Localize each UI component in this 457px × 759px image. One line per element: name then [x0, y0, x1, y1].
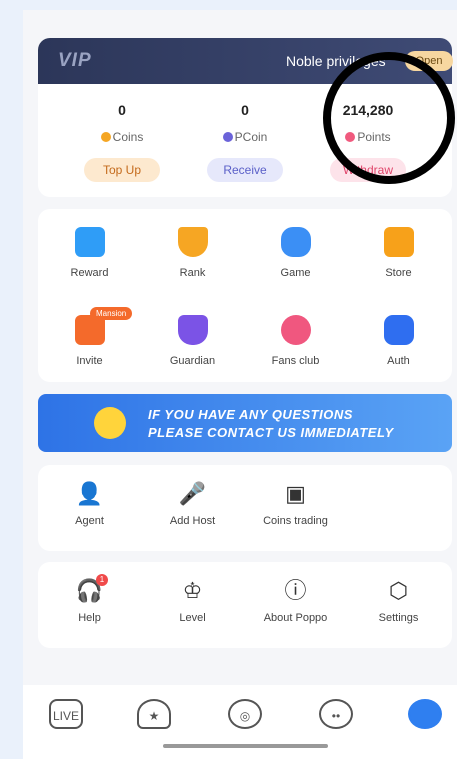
nav-profile[interactable]	[408, 699, 442, 729]
tool-label: Add Host	[169, 515, 216, 527]
tool-label: Coins trading	[263, 515, 328, 527]
nav-discover[interactable]: ◎	[228, 699, 262, 729]
grid-label: Store	[385, 267, 412, 279]
bag-icon	[383, 227, 414, 257]
pcoin-label: PCoin	[176, 130, 314, 144]
nav-home[interactable]: ★	[137, 699, 171, 729]
tools-card: 👤 Agent 🎤 Add Host ▣ Coins trading	[38, 465, 452, 551]
verified-icon	[383, 315, 414, 345]
grid-label: Invite	[76, 355, 103, 367]
crown-icon: ♔	[182, 578, 203, 603]
coins-value: 0	[118, 102, 126, 118]
help-headset-icon: 🎧	[75, 578, 104, 603]
phone-screen: VIP Noble privileges Open 0 Coins Top Up…	[23, 10, 457, 759]
nav-chat[interactable]: ••	[319, 699, 353, 729]
reward-icon	[74, 227, 105, 257]
chat-icon: ••	[331, 709, 341, 723]
info-icon: ⓘ	[284, 578, 307, 603]
top-up-button[interactable]: Top Up	[84, 158, 160, 182]
home-star-icon: ★	[148, 709, 160, 723]
pcoin-icon	[222, 132, 233, 142]
more-level[interactable]: ♔ Level	[141, 578, 244, 624]
grid-item-fans-club[interactable]: Fans club	[244, 315, 347, 367]
invite-badge: Mansion	[90, 307, 133, 320]
more-help[interactable]: 🎧 1 Help	[38, 574, 141, 624]
grid-item-auth[interactable]: Auth	[347, 315, 450, 367]
nav-live[interactable]: LIVE	[49, 699, 83, 729]
more-settings[interactable]: ⬡ Settings	[347, 578, 450, 624]
tool-label: Agent	[75, 515, 104, 527]
more-label: Help	[78, 612, 101, 624]
grid-item-store[interactable]: Store	[347, 227, 450, 279]
wallet-icon: ▣	[285, 481, 306, 506]
contact-banner[interactable]: IF YOU HAVE ANY QUESTIONS PLEASE CONTACT…	[38, 394, 452, 452]
heart-icon	[280, 315, 311, 345]
highlight-circle	[323, 52, 455, 184]
feature-grid: Reward Rank Game Store Mansion Invite Gu…	[38, 209, 452, 382]
more-label: About Poppo	[263, 612, 328, 624]
more-label: Settings	[378, 612, 419, 624]
shield-icon	[177, 315, 208, 345]
gamepad-icon	[280, 227, 311, 257]
banner-line-1: IF YOU HAVE ANY QUESTIONS	[148, 407, 353, 422]
headset-icon	[94, 407, 126, 439]
pcoin-value: 0	[241, 102, 249, 118]
more-card: 🎧 1 Help ♔ Level ⓘ About Poppo ⬡ Setting…	[38, 562, 452, 648]
grid-label: Reward	[70, 267, 109, 279]
help-badge: 1	[96, 574, 108, 586]
grid-label: Game	[280, 267, 311, 279]
grid-label: Rank	[179, 267, 206, 279]
compass-icon: ◎	[239, 709, 251, 723]
grid-label: Auth	[387, 355, 410, 367]
grid-item-guardian[interactable]: Guardian	[141, 315, 244, 367]
assets-card: 0 Coins Top Up 0 PCoin Receive 214,280 P…	[38, 52, 455, 197]
receive-button[interactable]: Receive	[207, 158, 283, 182]
tool-coins-trading[interactable]: ▣ Coins trading	[244, 481, 347, 527]
agent-icon: 👤	[75, 481, 104, 506]
home-indicator	[163, 744, 328, 748]
coins-label: Coins	[53, 130, 191, 144]
microphone-icon: 🎤	[178, 481, 207, 506]
coin-icon	[100, 132, 111, 142]
tool-add-host[interactable]: 🎤 Add Host	[141, 481, 244, 527]
grid-item-reward[interactable]: Reward	[38, 227, 141, 279]
grid-item-invite[interactable]: Mansion Invite	[38, 307, 141, 367]
tool-agent[interactable]: 👤 Agent	[38, 481, 141, 527]
more-about[interactable]: ⓘ About Poppo	[244, 578, 347, 624]
vip-logo: VIP	[58, 50, 92, 71]
more-label: Level	[179, 612, 206, 624]
grid-label: Fans club	[271, 355, 320, 367]
grid-label: Guardian	[169, 355, 216, 367]
live-tv-icon: LIVE	[52, 709, 79, 723]
grid-item-game[interactable]: Game	[244, 227, 347, 279]
trophy-icon	[177, 227, 208, 257]
grid-item-rank[interactable]: Rank	[141, 227, 244, 279]
banner-line-2: PLEASE CONTACT US IMMEDIATELY	[148, 425, 394, 440]
settings-icon: ⬡	[388, 578, 409, 603]
